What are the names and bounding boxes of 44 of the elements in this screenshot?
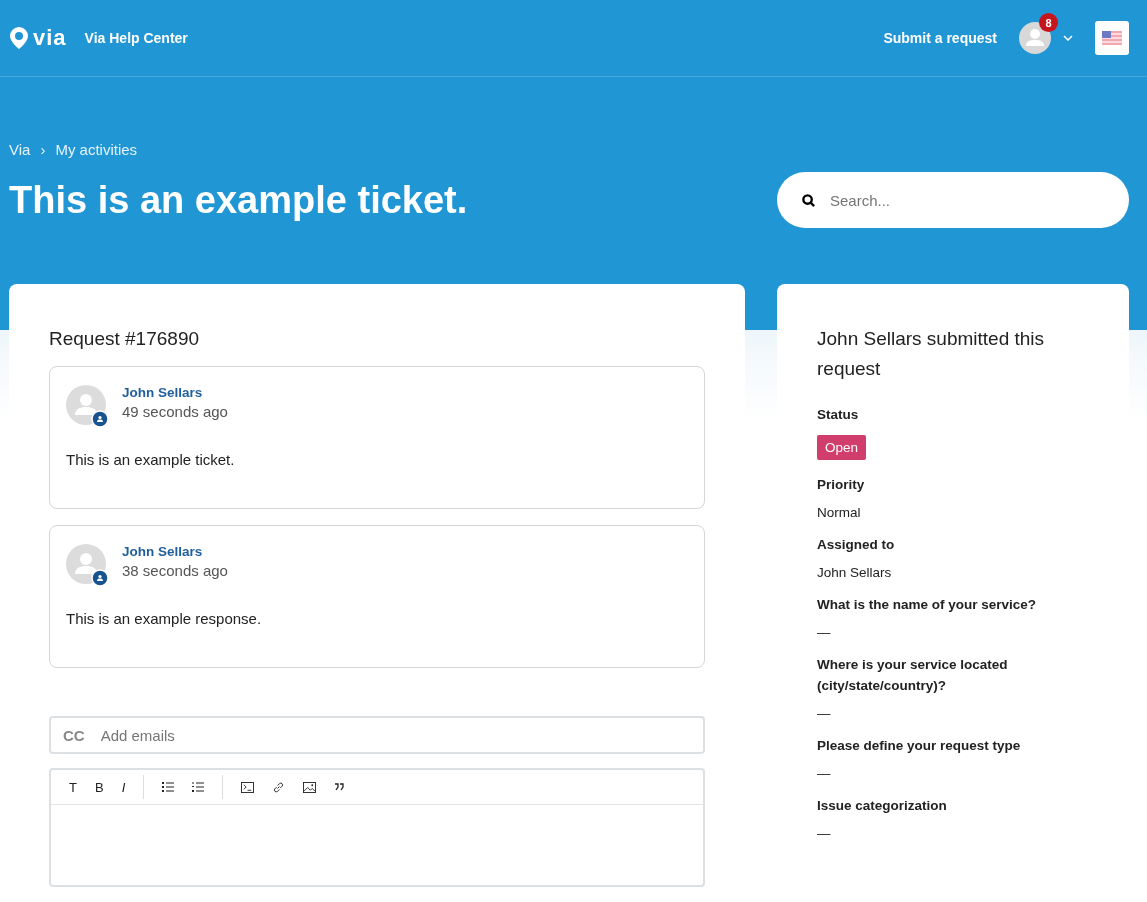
field-value: — xyxy=(817,766,832,781)
field-label: Issue categorization xyxy=(817,797,948,815)
comment-body: This is an example response. xyxy=(66,610,263,627)
search-icon xyxy=(801,192,816,208)
comment-author-link[interactable]: John Sellars xyxy=(122,544,228,559)
agent-badge-icon xyxy=(91,569,109,587)
italic-button[interactable]: I xyxy=(121,779,126,795)
language-button[interactable] xyxy=(1095,21,1129,55)
comment-author-link[interactable]: John Sellars xyxy=(122,385,228,400)
field-value: — xyxy=(817,826,832,841)
field-label: Status xyxy=(817,406,860,424)
breadcrumb-separator: › xyxy=(40,141,46,158)
code-block-icon[interactable] xyxy=(241,781,255,793)
comment-time: 38 seconds ago xyxy=(122,562,228,579)
status-badge: Open xyxy=(817,435,867,460)
field-value: John Sellars xyxy=(817,565,893,580)
field-value: — xyxy=(817,625,832,640)
comment-editor[interactable]: T B I xyxy=(49,768,705,887)
field-value: — xyxy=(817,706,832,721)
field-label: Priority xyxy=(817,476,866,494)
page-title: This is an example ticket. xyxy=(9,178,468,222)
field-label: What is the name of your service? xyxy=(817,596,1038,614)
search-field[interactable]: Search... xyxy=(777,172,1129,228)
image-icon[interactable] xyxy=(303,781,317,793)
details-title: John Sellars submitted this request xyxy=(817,327,1046,381)
field-value: Normal xyxy=(817,505,862,520)
field-label: Where is your service located (city/state/country)? xyxy=(817,656,1009,695)
field-label: Assigned to xyxy=(817,536,896,554)
chevron-down-icon[interactable] xyxy=(1063,35,1073,41)
numbered-list-icon[interactable] xyxy=(192,782,205,792)
comment-time: 49 seconds ago xyxy=(122,403,228,420)
request-title: Request #176890 xyxy=(49,328,200,350)
notification-badge: 8 xyxy=(1039,13,1058,32)
flag-icon xyxy=(1102,31,1122,45)
bold-button[interactable]: B xyxy=(94,779,104,795)
heading-button[interactable]: T xyxy=(69,779,77,795)
cc-field[interactable]: CC Add emails xyxy=(49,716,705,754)
quote-icon[interactable] xyxy=(334,783,345,791)
agent-badge-icon xyxy=(91,410,109,428)
logo-pin-icon xyxy=(9,26,29,50)
bulleted-list-icon[interactable] xyxy=(162,782,175,792)
field-label: Please define your request type xyxy=(817,737,1022,755)
link-icon[interactable] xyxy=(272,780,286,794)
comment-body: This is an example ticket. xyxy=(66,451,236,468)
